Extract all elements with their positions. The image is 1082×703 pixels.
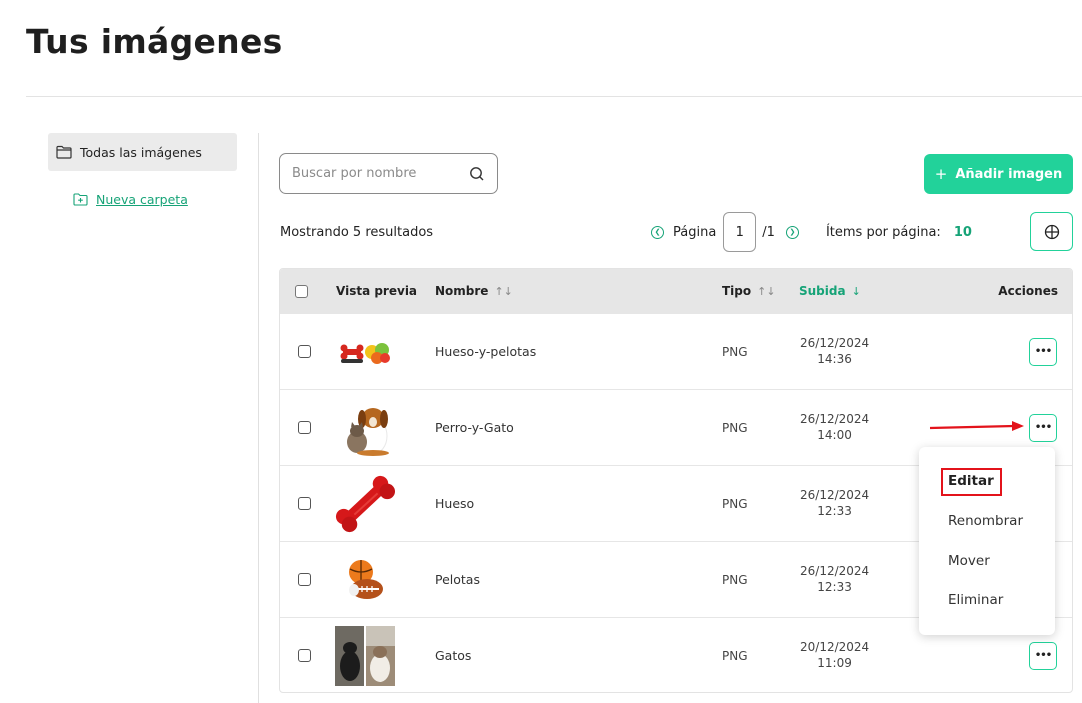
items-per-page-select[interactable]: 10 — [954, 225, 972, 240]
folder-icon — [56, 145, 72, 159]
thumbnail-cats — [335, 625, 395, 687]
row-type: PNG — [722, 496, 748, 511]
row-actions-button[interactable]: ••• — [1029, 337, 1057, 366]
sort-icon: ↑↓ — [757, 284, 776, 298]
row-checkbox[interactable] — [298, 345, 311, 358]
thumbnail-bone-and-balls — [335, 321, 395, 383]
row-date: 26/12/2024 — [800, 563, 870, 578]
add-image-label: Añadir imagen — [955, 166, 1063, 182]
row-time: 14:36 — [817, 351, 852, 366]
row-uploaded: 26/12/2024 12:33 — [800, 466, 869, 541]
row-time: 12:33 — [817, 503, 852, 518]
row-time: 12:33 — [817, 579, 852, 594]
col-actions: Acciones — [998, 284, 1058, 298]
row-actions-button[interactable]: ••• — [1029, 413, 1057, 442]
row-actions-button[interactable]: ••• — [1029, 641, 1057, 670]
grid-icon — [1044, 224, 1059, 239]
thumbnail-dog-and-cat — [335, 397, 395, 459]
search-input[interactable] — [292, 166, 469, 181]
items-per-page-label: Ítems por página: — [825, 224, 941, 240]
sidebar-item-all-images[interactable]: Todas las imágenes — [48, 133, 237, 171]
plus-icon: + — [934, 165, 948, 183]
table-header: Vista previa Nombre ↑↓ Tipo ↑↓ Subida ↓ Acc… — [280, 269, 1072, 313]
menu-item-delete[interactable]: Eliminar — [948, 592, 1003, 608]
row-name: Perro-y-Gato — [435, 420, 514, 435]
row-name: Hueso-y-pelotas — [435, 344, 537, 359]
row-checkbox[interactable] — [298, 573, 311, 586]
new-folder-link[interactable]: Nueva carpeta — [73, 192, 188, 207]
row-checkbox[interactable] — [298, 497, 311, 510]
add-image-button[interactable]: + Añadir imagen — [924, 154, 1073, 194]
table-row[interactable]: Hueso-y-pelotas PNG 26/12/2024 14:36 ••• — [280, 313, 1072, 389]
results-count: Mostrando 5 resultados — [280, 225, 434, 240]
row-date: 26/12/2024 — [800, 487, 870, 502]
row-date: 26/12/2024 — [800, 411, 870, 426]
more-icon: ••• — [1034, 650, 1052, 661]
grid-view-button[interactable] — [1030, 212, 1073, 251]
menu-item-edit[interactable]: Editar — [948, 473, 994, 489]
annotation-arrow — [929, 421, 1024, 431]
title-divider — [26, 96, 1082, 97]
row-uploaded: 26/12/2024 12:33 — [800, 542, 869, 617]
thumbnail-bone — [335, 473, 395, 535]
col-type-label: Tipo — [722, 284, 752, 298]
folder-plus-icon — [73, 193, 88, 206]
row-name: Hueso — [435, 496, 475, 511]
row-actions-menu: Editar Renombrar Mover Eliminar — [919, 447, 1055, 635]
sidebar-item-label: Todas las imágenes — [80, 144, 202, 160]
next-page-icon[interactable]: ❯ — [785, 225, 799, 239]
page-label: Página — [673, 224, 717, 240]
menu-item-move[interactable]: Mover — [948, 553, 990, 569]
row-checkbox[interactable] — [298, 649, 311, 662]
more-icon: ••• — [1034, 422, 1052, 433]
row-uploaded: 26/12/2024 14:36 — [800, 314, 869, 389]
prev-page-icon[interactable]: ❮ — [651, 225, 664, 239]
more-icon: ••• — [1034, 346, 1052, 357]
total-pages: /1 — [762, 224, 775, 240]
search-box — [279, 153, 498, 194]
row-uploaded: 20/12/2024 11:09 — [800, 618, 870, 692]
row-name: Gatos — [435, 648, 472, 663]
row-time: 14:00 — [817, 427, 852, 442]
menu-item-rename[interactable]: Renombrar — [948, 513, 1023, 529]
new-folder-label: Nueva carpeta — [96, 192, 188, 207]
sidebar-divider — [258, 133, 259, 703]
row-checkbox[interactable] — [298, 421, 311, 434]
page-title: Tus imágenes — [26, 22, 283, 61]
col-name[interactable]: Nombre ↑↓ — [435, 269, 513, 313]
thumbnail-balls — [335, 549, 395, 611]
search-icon[interactable] — [469, 166, 485, 182]
row-date: 20/12/2024 — [800, 639, 870, 654]
row-type: PNG — [722, 344, 748, 359]
page-number-input[interactable]: 1 — [723, 212, 757, 252]
row-type: PNG — [722, 572, 748, 587]
col-preview: Vista previa — [336, 284, 418, 298]
sort-desc-icon: ↓ — [851, 284, 861, 298]
col-type[interactable]: Tipo ↑↓ — [722, 269, 776, 313]
col-name-label: Nombre — [435, 284, 489, 298]
row-type: PNG — [722, 648, 748, 663]
row-name: Pelotas — [435, 572, 480, 587]
sort-icon: ↑↓ — [494, 284, 513, 298]
row-uploaded: 26/12/2024 14:00 — [800, 390, 869, 465]
col-uploaded[interactable]: Subida ↓ — [799, 269, 861, 313]
row-date: 26/12/2024 — [800, 335, 870, 350]
pagination: ❮ Página 1 /1 ❯ Ítems por página: 10 — [651, 212, 972, 252]
col-uploaded-label: Subida — [799, 284, 846, 298]
row-time: 11:09 — [817, 655, 852, 670]
row-type: PNG — [722, 420, 748, 435]
select-all-checkbox[interactable] — [295, 284, 308, 298]
